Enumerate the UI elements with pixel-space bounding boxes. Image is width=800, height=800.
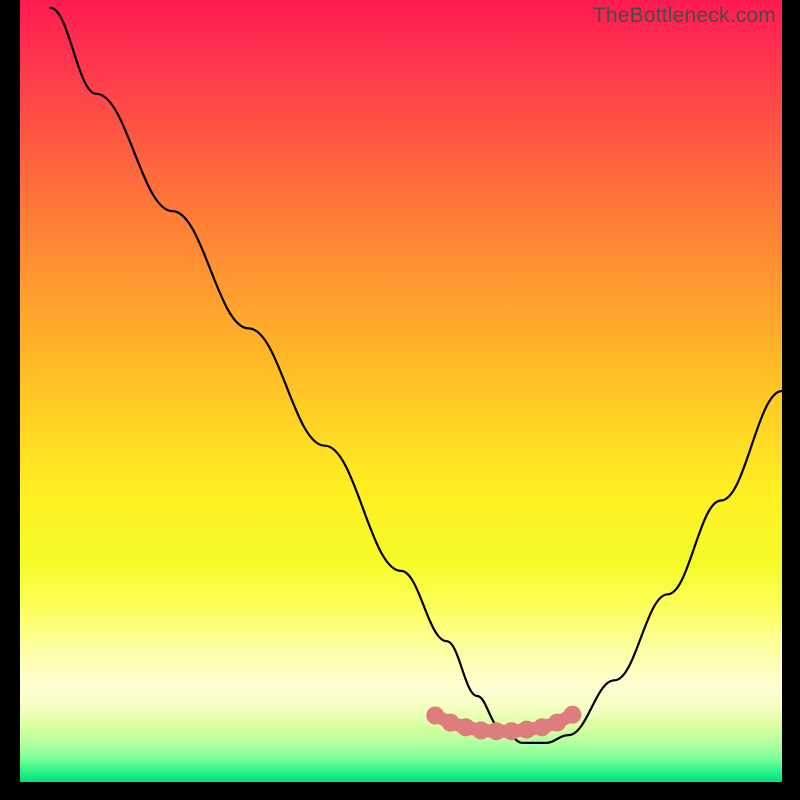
marker-band: [426, 706, 581, 741]
watermark-text: TheBottleneck.com: [593, 4, 776, 28]
bottleneck-curve: [51, 8, 783, 743]
chart-svg: [20, 0, 782, 782]
